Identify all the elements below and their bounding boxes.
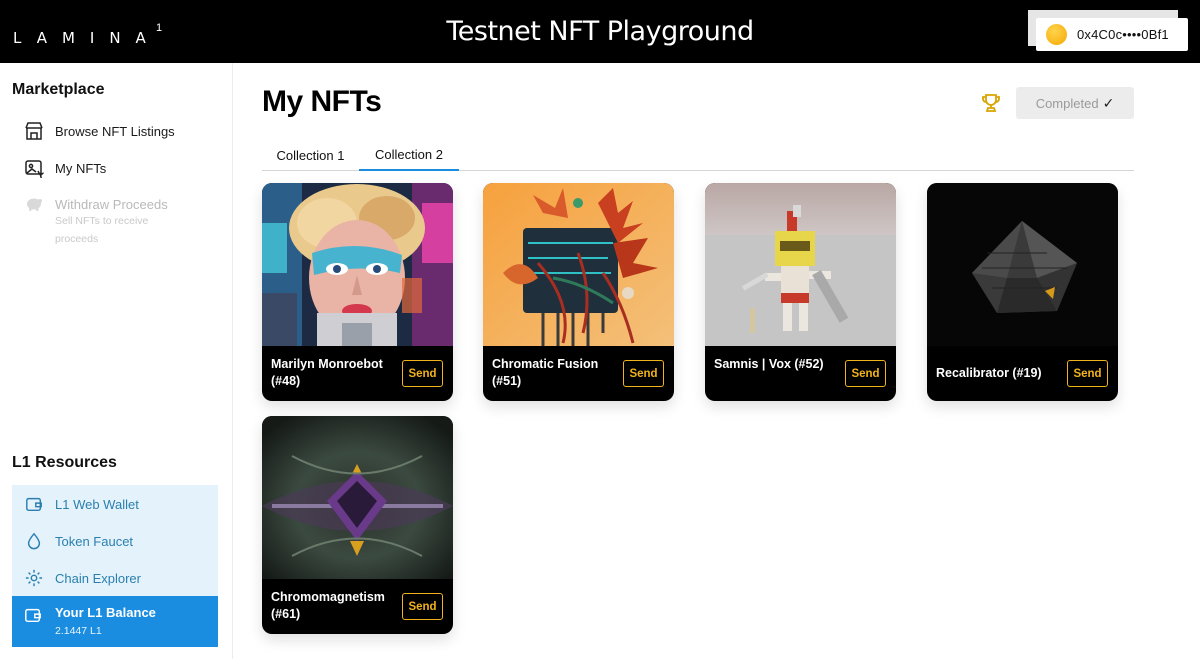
- nft-card[interactable]: Chromatic Fusion (#51) Send: [483, 183, 674, 401]
- sidebar-item-label: Chain Explorer: [55, 570, 141, 586]
- nft-image-icon: [24, 158, 44, 178]
- nft-name: Chromomagnetism (#61): [271, 590, 385, 621]
- wallet-icon: [24, 606, 42, 629]
- sidebar-item-label: My NFTs: [55, 160, 107, 176]
- sidebar-item-token-faucet[interactable]: Token Faucet: [24, 531, 133, 551]
- app-title: Testnet NFT Playground: [446, 16, 754, 47]
- balance-amount: 2.1447 L1: [55, 625, 102, 637]
- balance-title: Your L1 Balance: [55, 605, 156, 620]
- sidebar-item-my-nfts[interactable]: My NFTs: [24, 158, 106, 178]
- l1-resources-heading: L1 Resources: [12, 454, 117, 471]
- wallet-icon: [24, 494, 44, 514]
- tab-collection-1[interactable]: Collection 1: [262, 140, 359, 171]
- nft-name: Recalibrator (#19): [936, 366, 1042, 380]
- marketplace-heading: Marketplace: [12, 81, 105, 98]
- nft-artwork-recalibrator: [927, 183, 1118, 346]
- page-title: My NFTs: [262, 85, 382, 118]
- trophy-icon[interactable]: [980, 92, 1002, 114]
- sidebar-item-withdraw-proceeds[interactable]: Withdraw Proceeds: [24, 194, 168, 214]
- send-button[interactable]: Send: [402, 360, 443, 387]
- nft-artwork-chromomagnetism: [262, 416, 453, 579]
- send-button[interactable]: Send: [1067, 360, 1108, 387]
- nft-card[interactable]: Chromomagnetism (#61) Send: [262, 416, 453, 634]
- nft-card[interactable]: Recalibrator (#19) Send: [927, 183, 1118, 401]
- sidebar-item-l1-web-wallet[interactable]: L1 Web Wallet: [24, 494, 139, 514]
- sidebar-item-label: L1 Web Wallet: [55, 496, 139, 512]
- checkmark-icon: ✓: [1102, 94, 1115, 111]
- completed-button[interactable]: Completed ✓: [1016, 87, 1134, 119]
- collection-tabs: Collection 1 Collection 2: [262, 140, 1134, 171]
- nft-name: Marilyn Monroebot (#48): [271, 357, 383, 388]
- wallet-address-button[interactable]: 0x4C0c••••0Bf1: [1036, 18, 1188, 51]
- explorer-icon: [24, 568, 44, 588]
- nft-card[interactable]: Marilyn Monroebot (#48) Send: [262, 183, 453, 401]
- sidebar-item-label: Browse NFT Listings: [55, 123, 175, 139]
- sidebar-item-browse-nft-listings[interactable]: Browse NFT Listings: [24, 121, 175, 141]
- l1-balance-card[interactable]: Your L1 Balance 2.1447 L1: [12, 596, 218, 647]
- sidebar: Marketplace Browse NFT Listings My NFTs …: [0, 63, 233, 659]
- sidebar-item-label: Withdraw Proceeds: [55, 196, 168, 212]
- send-button[interactable]: Send: [402, 593, 443, 620]
- droplet-icon: [24, 531, 44, 551]
- nft-name: Samnis | Vox (#52): [714, 357, 824, 371]
- nft-artwork-chromatic-fusion: [483, 183, 674, 346]
- nft-card[interactable]: Samnis | Vox (#52) Send: [705, 183, 896, 401]
- sidebar-item-label: Token Faucet: [55, 533, 134, 549]
- nft-artwork-samnis-vox: [705, 183, 896, 346]
- top-bar: LAMINA 1 Testnet NFT Playground 0x4C0c••…: [0, 0, 1200, 63]
- send-button[interactable]: Send: [623, 360, 664, 387]
- completed-label: Completed: [1035, 95, 1099, 111]
- storefront-icon: [24, 121, 44, 141]
- nft-name: Chromatic Fusion (#51): [492, 357, 599, 388]
- resources-panel: L1 Web Wallet Token Faucet Chain Explore…: [12, 485, 218, 596]
- wallet-address: 0x4C0c••••0Bf1: [1077, 27, 1169, 42]
- wallet-avatar-icon: [1046, 24, 1067, 45]
- withdraw-proceeds-subtext: Sell NFTs to receive proceeds: [55, 215, 149, 245]
- sidebar-item-chain-explorer[interactable]: Chain Explorer: [24, 568, 141, 588]
- tab-collection-2[interactable]: Collection 2: [359, 140, 459, 171]
- send-button[interactable]: Send: [845, 360, 886, 387]
- piggy-bank-icon: [24, 194, 44, 214]
- nft-artwork-marilyn-monroebot: [262, 183, 453, 346]
